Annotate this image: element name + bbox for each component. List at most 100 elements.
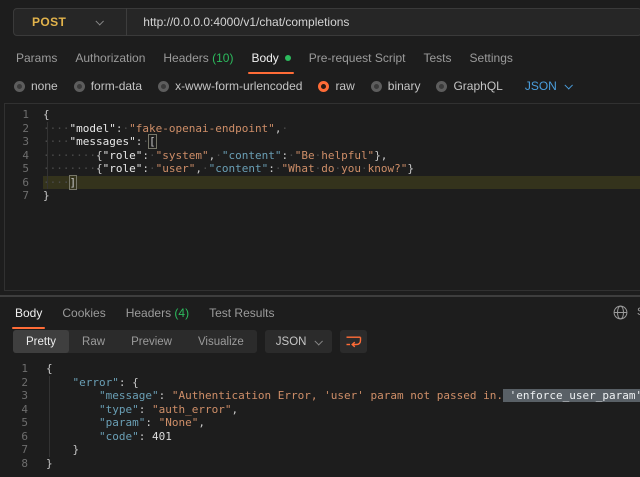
request-url-bar: POST http://0.0.0.0:4000/v1/chat/complet… (13, 8, 640, 36)
code-token: : (139, 430, 152, 443)
code-token: { (96, 162, 103, 175)
code-token: "type" (99, 403, 139, 416)
code-line[interactable]: 5········{"role":·"user",·"content":·"Wh… (5, 162, 640, 176)
code-token: : (268, 162, 275, 175)
request-body-editor[interactable]: 1{2····"model":·"fake-openai-endpoint",·… (4, 103, 640, 291)
code-line[interactable]: 6 "code": 401 (0, 430, 640, 444)
wrap-line-button[interactable] (340, 330, 367, 353)
code-token (46, 403, 99, 416)
code-line[interactable]: 7 } (0, 443, 640, 457)
code-token: "fake-openai-endpoint" (129, 122, 275, 135)
line-number: 1 (0, 362, 28, 376)
url-input[interactable]: http://0.0.0.0:4000/v1/chat/completions (127, 15, 349, 29)
method-selector[interactable]: POST (14, 15, 66, 29)
mode-none[interactable]: none (14, 79, 58, 93)
code-token: "None" (159, 416, 199, 429)
code-line[interactable]: 2 "error": { (0, 376, 640, 390)
tab-response-cookies[interactable]: Cookies (60, 304, 107, 329)
line-number: 4 (0, 403, 28, 417)
code-line[interactable]: 3····"messages":·[ (5, 135, 640, 149)
chevron-down-icon[interactable] (96, 17, 104, 25)
code-token: }, (374, 149, 387, 162)
mode-binary[interactable]: binary (371, 79, 421, 93)
code-token: , (231, 403, 238, 416)
tab-headers[interactable]: Headers (10) (161, 49, 235, 74)
code-token: "auth_error" (152, 403, 231, 416)
response-code-lines: 1{2 "error": {3 "message": "Authenticati… (0, 362, 640, 470)
globe-icon[interactable] (613, 305, 628, 323)
code-token: : (142, 162, 149, 175)
tab-settings[interactable]: Settings (468, 49, 515, 74)
radio-icon[interactable] (158, 81, 169, 92)
tab-tests[interactable]: Tests (422, 49, 454, 74)
code-line[interactable]: 6····] (5, 176, 640, 190)
tab-params[interactable]: Params (14, 49, 59, 74)
tab-authorization[interactable]: Authorization (73, 49, 147, 74)
radio-selected-icon[interactable] (318, 81, 329, 92)
mode-graphql-label: GraphQL (453, 79, 502, 93)
view-pretty-button[interactable]: Pretty (13, 330, 69, 353)
code-token: "system" (156, 149, 209, 162)
line-number: 5 (5, 162, 29, 176)
raw-format-dropdown[interactable]: JSON (525, 79, 571, 93)
view-preview-button[interactable]: Preview (118, 330, 185, 353)
line-number: 1 (5, 108, 29, 122)
view-visualize-button[interactable]: Visualize (185, 330, 257, 353)
code-token: { (43, 108, 50, 121)
code-token: do (321, 162, 334, 175)
code-token: : (159, 389, 172, 402)
radio-icon[interactable] (74, 81, 85, 92)
line-number: 7 (5, 189, 29, 203)
tab-response-headers[interactable]: Headers (4) (124, 304, 191, 329)
line-number: 8 (0, 457, 28, 471)
mode-raw[interactable]: raw (318, 79, 354, 93)
code-line[interactable]: 8} (0, 457, 640, 471)
code-token: } (46, 457, 53, 470)
app-window: { "request_bar": { "method": "POST", "ur… (0, 0, 640, 477)
mode-graphql[interactable]: GraphQL (436, 79, 502, 93)
line-number: 6 (0, 430, 28, 444)
tab-headers-label: Headers (163, 51, 208, 65)
response-toolbar: Pretty Raw Preview Visualize JSON (13, 330, 367, 353)
code-line[interactable]: 5 "param": "None", (0, 416, 640, 430)
code-line[interactable]: 1{ (0, 362, 640, 376)
code-token: [ (149, 135, 156, 148)
mode-urlencoded-label: x-www-form-urlencoded (175, 79, 302, 93)
code-token: "model" (70, 122, 116, 135)
code-token: you (341, 162, 361, 175)
tab-response-body[interactable]: Body (13, 304, 44, 329)
code-token: "user" (156, 162, 196, 175)
chevron-down-icon (315, 337, 323, 345)
pane-resize-handle[interactable] (0, 295, 640, 297)
code-line[interactable]: 7} (5, 189, 640, 203)
radio-icon[interactable] (14, 81, 25, 92)
body-present-dot (285, 55, 291, 61)
code-token: } (407, 162, 414, 175)
mode-form-data[interactable]: form-data (74, 79, 142, 93)
response-format-dropdown[interactable]: JSON (265, 330, 333, 353)
code-token: , (195, 162, 202, 175)
code-token (46, 389, 99, 402)
code-line[interactable]: 2····"model":·"fake-openai-endpoint",· (5, 122, 640, 136)
code-line[interactable]: 3 "message": "Authentication Error, 'use… (0, 389, 640, 403)
code-line[interactable]: 1{ (5, 108, 640, 122)
code-token: "What (281, 162, 314, 175)
code-line[interactable]: 4········{"role":·"system",·"content":·"… (5, 149, 640, 163)
code-line[interactable]: 4 "type": "auth_error", (0, 403, 640, 417)
radio-icon[interactable] (436, 81, 447, 92)
line-number: 4 (5, 149, 29, 163)
tab-test-results[interactable]: Test Results (207, 304, 276, 329)
view-raw-button[interactable]: Raw (69, 330, 118, 353)
code-token: } (73, 443, 80, 456)
code-token: · (361, 162, 368, 175)
code-token: · (149, 149, 156, 162)
tab-prerequest-script[interactable]: Pre-request Script (307, 49, 408, 74)
code-token: "param" (99, 416, 145, 429)
tab-body[interactable]: Body (249, 49, 292, 74)
code-token: : (119, 376, 132, 389)
request-tabs: Params Authorization Headers (10) Body P… (14, 49, 515, 74)
code-token: "error" (73, 376, 119, 389)
radio-icon[interactable] (371, 81, 382, 92)
mode-urlencoded[interactable]: x-www-form-urlencoded (158, 79, 302, 93)
response-body-viewer[interactable]: 1{2 "error": {3 "message": "Authenticati… (0, 358, 640, 477)
